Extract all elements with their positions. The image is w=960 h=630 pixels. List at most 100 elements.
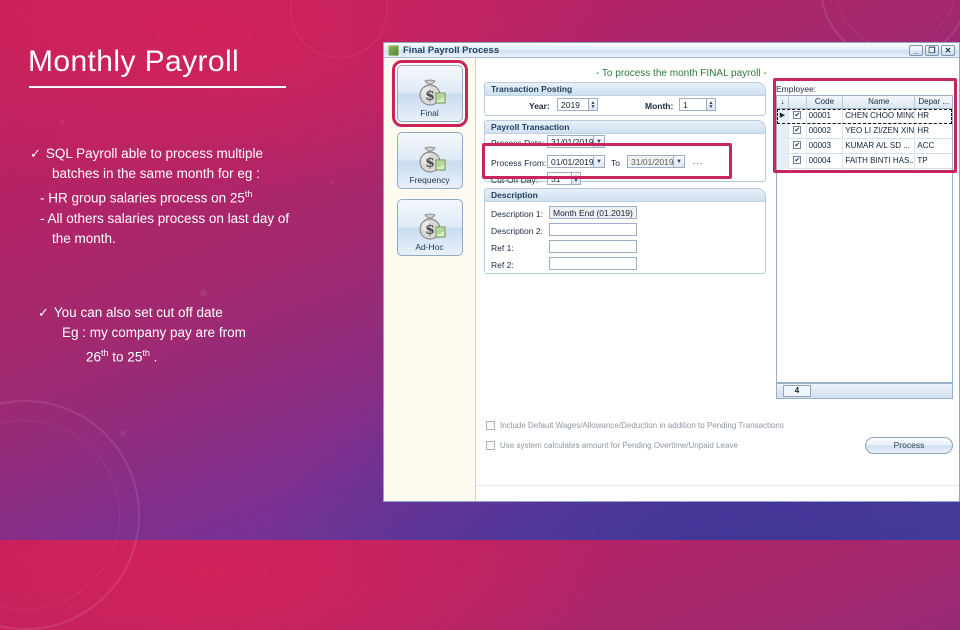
svg-text:$: $ — [425, 88, 435, 104]
description-2-label: Description 2: — [491, 226, 543, 236]
row-code: 00004 — [807, 153, 844, 169]
ref-2-input[interactable] — [549, 257, 637, 270]
process-from-input[interactable]: 01/01/2019 — [547, 155, 594, 168]
row-checkbox[interactable]: ✔ — [789, 108, 807, 124]
process-to-dropdown-icon[interactable]: ▼ — [674, 155, 685, 168]
rail-button-frequency[interactable]: $ Frequency — [396, 132, 463, 189]
bullet-1-text-1: SQL Payroll able to process multiple — [45, 146, 264, 161]
cutoff-day-input[interactable]: 31 — [547, 172, 572, 185]
checkbox-icon[interactable]: ✔ — [793, 126, 802, 135]
row-department: HR — [917, 110, 929, 120]
row-department: HR — [917, 125, 929, 135]
option-label: Use system calculates amount for Pending… — [500, 441, 738, 450]
check-icon: ✓ — [38, 305, 49, 320]
row-name: CHEN CHOO MING — [843, 108, 916, 124]
checkbox-icon[interactable] — [486, 441, 495, 450]
table-row[interactable]: ✔ 00004 FAITH BINTI HAS... TP — [777, 153, 952, 169]
rail-button-adhoc[interactable]: $ Ad-Hoc — [396, 199, 463, 256]
bullet-1-text-3: - HR group salaries process on 25 — [40, 190, 245, 206]
mode-rail: $ Final $ Frequency $ Ad-Hoc — [384, 58, 476, 501]
employee-grid[interactable]: ↓ Code Name Depar ... ▶ ✔ 00001 CHEN CHO… — [776, 95, 953, 383]
bullet-2-line-3: 26th to 25th . — [38, 343, 368, 368]
superscript-th: th — [244, 189, 253, 199]
rail-button-final[interactable]: $ Final — [391, 60, 468, 127]
column-indicator: ↓ — [777, 96, 789, 108]
rail-label-adhoc: Ad-Hoc — [415, 242, 444, 252]
cutoff-day-spinner[interactable]: ▲ ▼ — [572, 172, 581, 185]
row-indicator — [777, 123, 789, 139]
bullet-2-text-5: . — [149, 349, 158, 365]
restore-button[interactable]: ❐ — [925, 44, 939, 56]
svg-text:$: $ — [425, 222, 435, 238]
employee-grid-header: ↓ Code Name Depar ... — [777, 96, 952, 109]
process-date-dropdown-icon[interactable]: ▼ — [594, 135, 605, 148]
row-indicator — [777, 138, 789, 154]
minimize-button[interactable]: _ — [909, 44, 923, 56]
bullet-2-line-1: ✓ You can also set cut off date — [38, 303, 368, 323]
page-title: Monthly Payroll — [28, 45, 240, 78]
window-bottom-strip — [476, 485, 959, 501]
record-count[interactable]: 4 — [783, 385, 811, 397]
process-date-label: Process Date: — [491, 138, 545, 148]
description-1-input[interactable]: Month End (01.2019) — [549, 206, 637, 219]
group-body-payroll-transaction: Process Date: 31/01/2019 ▼ Process From:… — [485, 134, 765, 185]
year-spinner[interactable]: ▲ ▼ — [589, 98, 598, 111]
group-caption-description: Description — [485, 189, 765, 202]
month-spinner[interactable]: ▲ ▼ — [707, 98, 716, 111]
group-body-description: Description 1: Month End (01.2019) Descr… — [485, 202, 765, 273]
window-body: $ Final $ Frequency $ Ad-Hoc - To proces… — [384, 58, 959, 501]
bullet-2-text-4: to 25 — [108, 349, 143, 365]
browse-ellipsis-button[interactable]: ... — [693, 156, 704, 166]
row-checkbox[interactable]: ✔ — [789, 138, 807, 154]
check-icon: ✓ — [30, 146, 41, 161]
checkbox-icon[interactable] — [486, 421, 495, 430]
header-note: - To process the month FINAL payroll - — [596, 68, 767, 79]
process-date-input[interactable]: 31/01/2019 — [547, 135, 594, 148]
row-checkbox[interactable]: ✔ — [789, 123, 807, 139]
bullet-1-line-5: the month. — [52, 230, 116, 246]
table-row[interactable]: ✔ 00002 YEO LI ZI/ZEN XIN HR — [777, 123, 952, 139]
row-checkbox[interactable]: ✔ — [789, 153, 807, 169]
svg-text:$: $ — [425, 155, 435, 171]
main-pane: - To process the month FINAL payroll - T… — [476, 58, 959, 501]
table-row[interactable]: ✔ 00003 KUMAR A/L SD ... ACC — [777, 138, 952, 154]
cutoff-day-label: Cut-Off Day: — [491, 175, 539, 185]
checkbox-icon[interactable]: ✔ — [793, 141, 802, 150]
row-department: TP — [917, 155, 928, 165]
group-payroll-transaction: Payroll Transaction Process Date: 31/01/… — [484, 120, 766, 185]
superscript-th: th — [142, 348, 150, 358]
superscript-th: th — [101, 348, 109, 358]
group-caption-transaction-posting: Transaction Posting — [485, 83, 765, 96]
option-include-default-wages[interactable]: Include Default Wages/Allowance/Deductio… — [486, 421, 784, 430]
close-button[interactable]: ✕ — [941, 44, 955, 56]
process-to-input[interactable]: 31/01/2019 — [627, 155, 674, 168]
column-name[interactable]: Name — [843, 96, 916, 108]
month-input[interactable]: 1 — [679, 98, 707, 111]
process-button[interactable]: Process — [865, 437, 953, 454]
group-description: Description Description 1: Month End (01… — [484, 188, 766, 274]
year-input[interactable]: 2019 — [557, 98, 589, 111]
year-label: Year: — [529, 101, 550, 111]
bullet-1-line-1: ✓ SQL Payroll able to process multiple — [30, 144, 375, 164]
checkbox-icon[interactable]: ✔ — [793, 111, 802, 120]
money-bag-icon: $ — [414, 211, 446, 241]
table-row[interactable]: ▶ ✔ 00001 CHEN CHOO MING HR — [777, 108, 952, 124]
checkbox-icon[interactable]: ✔ — [793, 156, 802, 165]
decorative-circle — [835, 0, 955, 48]
row-indicator: ▶ — [777, 108, 789, 124]
column-department[interactable]: Depar ... — [915, 96, 952, 108]
money-bag-icon: $ — [414, 144, 446, 174]
row-code: 00003 — [807, 138, 844, 154]
group-transaction-posting: Transaction Posting Year: 2019 ▲ ▼ Month:… — [484, 82, 766, 116]
bullet-block-2: ✓ You can also set cut off date Eg : my c… — [38, 303, 368, 368]
slide-content-left: Monthly Payroll ✓ SQL Payroll able to pro… — [0, 0, 383, 540]
description-2-input[interactable] — [549, 223, 637, 236]
process-from-dropdown-icon[interactable]: ▼ — [594, 155, 605, 168]
option-label: Include Default Wages/Allowance/Deductio… — [500, 421, 784, 430]
ref-1-input[interactable] — [549, 240, 637, 253]
option-use-system-calculated[interactable]: Use system calculates amount for Pending… — [486, 441, 738, 450]
column-code[interactable]: Code — [807, 96, 844, 108]
description-1-label: Description 1: — [491, 209, 543, 219]
final-payroll-process-window: Final Payroll Process _ ❐ ✕ $ Final $ Fr… — [383, 42, 960, 502]
group-caption-payroll-transaction: Payroll Transaction — [485, 121, 765, 134]
